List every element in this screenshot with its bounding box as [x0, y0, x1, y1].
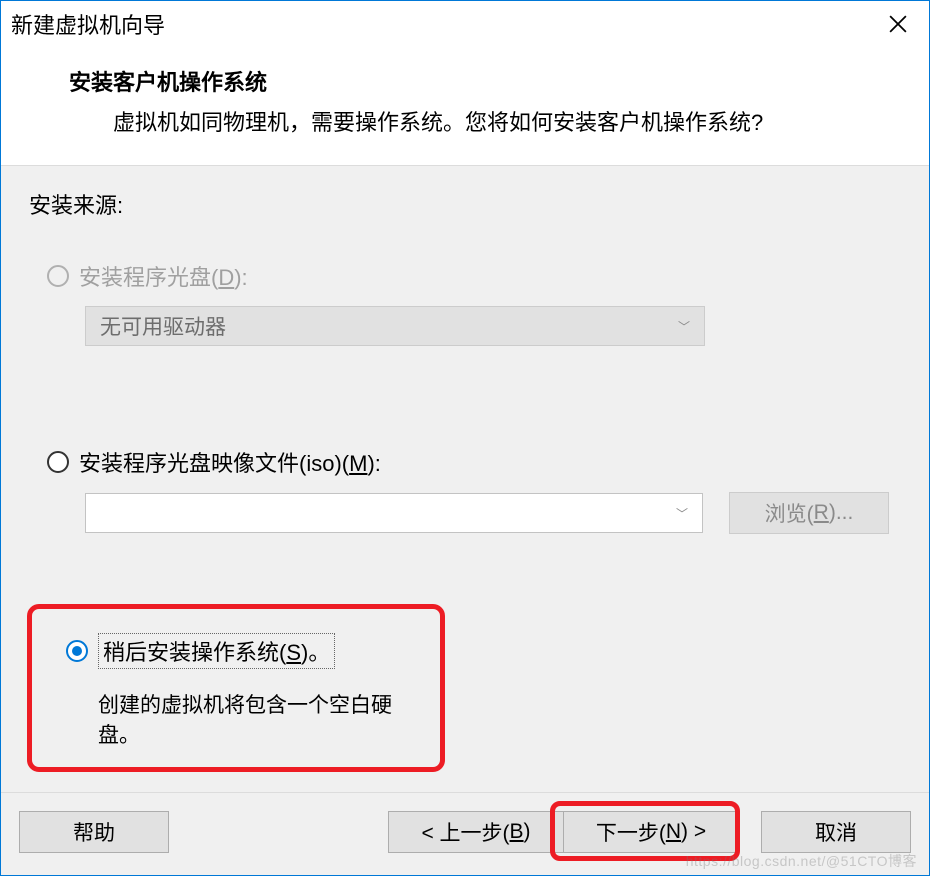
option-later-row[interactable]: 稍后安装操作系统(S)。 — [66, 633, 424, 669]
watermark: https://blog.csdn.net/@51CTO博客 — [686, 851, 917, 871]
radio-disc — [47, 265, 69, 287]
radio-iso[interactable] — [47, 451, 69, 473]
iso-row: ﹀ 浏览(R)... — [85, 492, 901, 534]
iso-path-combo[interactable]: ﹀ — [85, 493, 703, 533]
option-disc-row: 安装程序光盘(D): — [47, 260, 901, 292]
window-title: 新建虚拟机向导 — [9, 8, 165, 40]
chevron-down-icon: ﹀ — [676, 505, 688, 522]
option-disc-label: 安装程序光盘(D): — [79, 260, 248, 292]
browse-button: 浏览(R)... — [729, 492, 889, 534]
wizard-window: 新建虚拟机向导 安装客户机操作系统 虚拟机如同物理机，需要操作系统。您将如何安装… — [0, 0, 930, 876]
option-later-desc: 创建的虚拟机将包含一个空白硬盘。 — [98, 689, 424, 749]
option-iso-label: 安装程序光盘映像文件(iso)(M): — [79, 446, 381, 478]
back-button[interactable]: < 上一步(B) — [388, 811, 564, 853]
help-button[interactable]: 帮助 — [19, 811, 169, 853]
disc-drive-combo: 无可用驱动器 ﹀ — [85, 306, 705, 346]
disc-combo-text: 无可用驱动器 — [100, 311, 226, 341]
cancel-button[interactable]: 取消 — [761, 811, 911, 853]
close-button[interactable] — [875, 1, 921, 47]
wizard-body: 安装来源: 安装程序光盘(D): 无可用驱动器 ﹀ 安装程序光盘映像文件(iso… — [1, 166, 929, 792]
titlebar: 新建虚拟机向导 — [1, 1, 929, 47]
option-later-highlight: 稍后安装操作系统(S)。 创建的虚拟机将包含一个空白硬盘。 — [27, 604, 445, 772]
wizard-footer: 帮助 < 上一步(B) 下一步(N) > 取消 https://blog.csd… — [1, 792, 929, 875]
install-source-label: 安装来源: — [29, 188, 901, 220]
header-title: 安装客户机操作系统 — [69, 65, 909, 97]
option-iso-row[interactable]: 安装程序光盘映像文件(iso)(M): — [47, 446, 901, 478]
option-later-label: 稍后安装操作系统(S)。 — [98, 633, 335, 669]
chevron-down-icon: ﹀ — [678, 318, 690, 335]
next-button[interactable]: 下一步(N) > — [563, 811, 739, 853]
header-subtitle: 虚拟机如同物理机，需要操作系统。您将如何安装客户机操作系统? — [113, 105, 909, 137]
close-icon — [889, 15, 907, 33]
wizard-header: 安装客户机操作系统 虚拟机如同物理机，需要操作系统。您将如何安装客户机操作系统? — [1, 47, 929, 166]
radio-later[interactable] — [66, 640, 88, 662]
